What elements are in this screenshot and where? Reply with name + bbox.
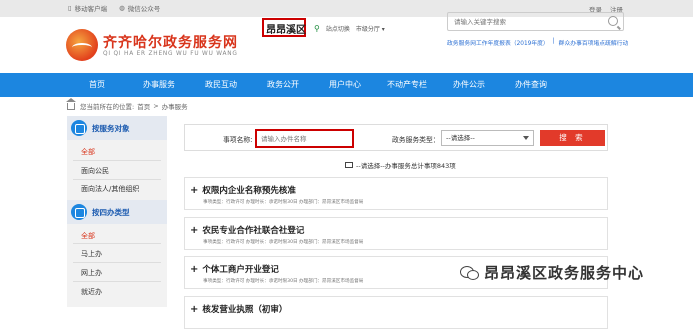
expand-plus-icon[interactable]: + bbox=[190, 185, 198, 196]
list-item[interactable]: + 农民专业合作社联合社登记 事项类型：行政许可 办理时长：承诺时限30日 办理部… bbox=[184, 217, 608, 250]
list-item[interactable]: + 核发营业执照（初审） bbox=[184, 296, 608, 329]
header-links: 政务服务网工作年度报表（2019年度） | 群众办事百项堵点疏解行动 bbox=[447, 38, 629, 47]
monitor-icon bbox=[345, 162, 353, 168]
group-service-target-header[interactable]: 按服务对象 bbox=[67, 116, 167, 140]
sidebar-item-all-targets[interactable]: 全部 bbox=[81, 147, 95, 157]
site-logo-icon[interactable] bbox=[66, 29, 98, 61]
wechat-label: 微信公众号 bbox=[127, 5, 161, 13]
divider bbox=[73, 262, 161, 263]
result-summary: --请选择--办事服务总计事项843项 bbox=[345, 160, 456, 170]
site-subtitle: QI QI HA ER ZHENG WU FU WU WANG bbox=[103, 51, 238, 57]
wechat-link[interactable]: ◍ 微信公众号 bbox=[119, 3, 160, 13]
expand-plus-icon[interactable]: + bbox=[190, 304, 198, 315]
service-type-value: --请选择-- bbox=[446, 134, 475, 142]
group-four-types-title: 按四办类型 bbox=[92, 207, 130, 217]
site-title[interactable]: 齐齐哈尔政务服务网 bbox=[103, 32, 238, 52]
search-icon[interactable] bbox=[608, 16, 618, 26]
sidebar-item-online[interactable]: 网上办 bbox=[81, 268, 102, 278]
nav-real-estate[interactable]: 不动产专栏 bbox=[376, 73, 438, 97]
home-icon bbox=[66, 97, 76, 110]
service-type-select[interactable]: --请选择-- bbox=[441, 130, 534, 146]
divider bbox=[73, 179, 161, 180]
nav-public-affairs[interactable]: 政务公开 bbox=[252, 73, 314, 97]
service-type-label: 政务服务类型： bbox=[392, 136, 440, 144]
nav-case-publicity[interactable]: 办件公示 bbox=[438, 73, 500, 97]
location-pin-icon: ⚲ bbox=[314, 24, 320, 33]
sidebar-item-citizens[interactable]: 面向公民 bbox=[81, 166, 109, 176]
four-types-icon bbox=[71, 204, 87, 220]
site-search bbox=[447, 12, 624, 31]
item-name-label: 事项名称: bbox=[223, 136, 253, 144]
divider bbox=[73, 243, 161, 244]
sidebar-item-legal-entities[interactable]: 面向法人/其他组织 bbox=[81, 184, 139, 194]
item-title[interactable]: 个体工商户开业登记 bbox=[202, 265, 279, 275]
mobile-client-label: 移动客户端 bbox=[74, 5, 108, 13]
nav-interaction[interactable]: 政民互动 bbox=[190, 73, 252, 97]
group-service-target-title: 按服务对象 bbox=[92, 123, 130, 133]
breadcrumb-home[interactable]: 首页 bbox=[137, 101, 150, 111]
chevron-down-icon bbox=[523, 136, 529, 140]
nav-services[interactable]: 办事服务 bbox=[128, 73, 190, 97]
list-item[interactable]: + 权限内企业名称预先核准 事项类型：行政许可 办理时长：承诺时限30日 办理部门… bbox=[184, 177, 608, 210]
group-four-types-header[interactable]: 按四办类型 bbox=[67, 200, 167, 224]
city-branch-dropdown[interactable]: 市级分厅 ▾ bbox=[356, 24, 385, 33]
mobile-client-link[interactable]: ▯ 移动客户端 bbox=[68, 3, 107, 13]
district-name: 昂昂溪区 bbox=[266, 25, 306, 36]
item-meta: 事项类型：行政许可 办理时长：承诺时限30日 办理部门：昂昂溪区市场监督局 bbox=[203, 240, 364, 245]
result-summary-text: --请选择--办事服务总计事项843项 bbox=[356, 162, 456, 170]
divider bbox=[73, 281, 161, 282]
item-name-input[interactable] bbox=[261, 131, 351, 146]
site-switch-label[interactable]: 站点切换 bbox=[326, 24, 350, 33]
item-name-field-highlight bbox=[255, 129, 354, 148]
nav-home[interactable]: 首页 bbox=[66, 73, 128, 97]
expand-plus-icon[interactable]: + bbox=[190, 264, 198, 275]
site-switcher[interactable]: ⚲ 站点切换 市级分厅 ▾ bbox=[314, 24, 385, 33]
nav-case-query[interactable]: 办件查询 bbox=[500, 73, 562, 97]
search-button[interactable]: 搜 索 bbox=[540, 130, 605, 146]
wechat-icon: ◍ bbox=[119, 4, 125, 12]
wechat-icon bbox=[460, 265, 479, 280]
wechat-watermark: 昂昂溪区政务服务中心 bbox=[460, 262, 644, 283]
breadcrumb: 您当前所在的位置: 首页 > 办事服务 bbox=[66, 97, 188, 111]
sidebar-item-nearby[interactable]: 就近办 bbox=[81, 287, 102, 297]
search-filter-bar: 事项名称: 政务服务类型： --请选择-- 搜 索 bbox=[184, 124, 608, 151]
filter-sidebar: 按服务对象 全部 面向公民 面向法人/其他组织 按四办类型 全部 马上办 网上办… bbox=[67, 116, 167, 307]
annual-report-link[interactable]: 政务服务网工作年度报表（2019年度） bbox=[447, 38, 549, 47]
expand-plus-icon[interactable]: + bbox=[190, 225, 198, 236]
breadcrumb-separator: > bbox=[153, 102, 159, 110]
service-target-icon bbox=[71, 120, 87, 136]
item-title[interactable]: 权限内企业名称预先核准 bbox=[202, 186, 296, 196]
watermark-text: 昂昂溪区政务服务中心 bbox=[484, 264, 645, 282]
breadcrumb-current: 办事服务 bbox=[161, 103, 188, 111]
item-title[interactable]: 农民专业合作社联合社登记 bbox=[202, 226, 304, 236]
sidebar-item-all-types[interactable]: 全部 bbox=[81, 231, 95, 241]
breadcrumb-prefix: 您当前所在的位置: bbox=[80, 103, 135, 111]
divider bbox=[73, 160, 161, 161]
nav-user-center[interactable]: 用户中心 bbox=[314, 73, 376, 97]
item-meta: 事项类型：行政许可 办理时长：承诺时限30日 办理部门：昂昂溪区市场监督局 bbox=[203, 200, 364, 205]
main-nav: 首页 办事服务 政民互动 政务公开 用户中心 不动产专栏 办件公示 办件查询 bbox=[0, 73, 693, 97]
site-search-input[interactable] bbox=[448, 13, 598, 30]
sidebar-item-immediate[interactable]: 马上办 bbox=[81, 249, 102, 259]
item-meta: 事项类型：行政许可 办理时长：承诺时限30日 办理部门：昂昂溪区市场监督局 bbox=[203, 279, 364, 284]
obstacle-action-link[interactable]: 群众办事百项堵点疏解行动 bbox=[559, 38, 629, 47]
